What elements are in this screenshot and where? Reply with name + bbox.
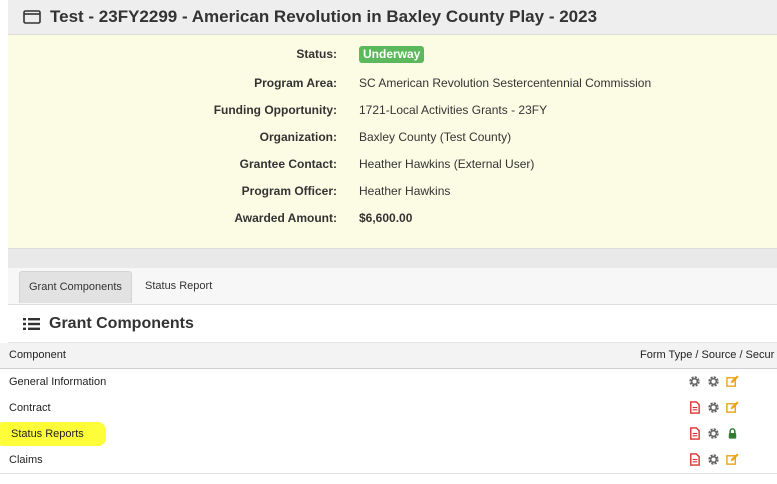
grant-summary-panel: Status: Underway Program Area: SC Americ… — [8, 35, 777, 248]
status-badge: Underway — [359, 46, 425, 63]
pdf-icon[interactable] — [688, 453, 701, 466]
component-link-general-information[interactable]: General Information — [9, 369, 106, 395]
awarded-amount-value: $6,600.00 — [359, 211, 413, 225]
status-row: Status: Underway — [8, 44, 777, 64]
pdf-icon[interactable] — [688, 401, 701, 414]
gear-icon[interactable] — [707, 375, 720, 388]
program-officer-label: Program Officer: — [241, 184, 337, 198]
table-row[interactable]: Status Reports — [0, 421, 777, 448]
program-area-row: Program Area: SC American Revolution Ses… — [8, 73, 777, 93]
table-row[interactable]: Contract — [0, 395, 777, 422]
funding-opportunity-row: Funding Opportunity: 1721-Local Activiti… — [8, 100, 777, 120]
status-value: Underway — [359, 44, 425, 64]
awarded-amount-row: Awarded Amount: $6,600.00 — [8, 208, 777, 228]
page-header: Test - 23FY2299 - American Revolution in… — [8, 0, 777, 35]
awarded-amount-label: Awarded Amount: — [234, 211, 337, 225]
section-divider — [8, 248, 777, 269]
organization-label: Organization: — [259, 130, 337, 144]
edit-icon[interactable] — [726, 375, 739, 388]
organization-value: Baxley County (Test County) — [359, 130, 512, 144]
pdf-icon[interactable] — [688, 427, 701, 440]
program-area-value: SC American Revolution Sestercentennial … — [359, 76, 652, 90]
funding-opportunity-value: 1721-Local Activities Grants - 23FY — [359, 103, 548, 117]
edit-icon[interactable] — [726, 401, 739, 414]
gear-icon[interactable] — [688, 375, 701, 388]
section-header: Grant Components — [8, 305, 777, 343]
lock-icon[interactable] — [726, 427, 739, 440]
page-title: Test - 23FY2299 - American Revolution in… — [50, 7, 598, 26]
gear-icon[interactable] — [707, 453, 720, 466]
component-link-status-reports[interactable]: Status Reports — [11, 421, 84, 447]
gear-icon[interactable] — [707, 401, 720, 414]
grantee-contact-row: Grantee Contact: Heather Hawkins (Extern… — [8, 154, 777, 174]
program-officer-row: Program Officer: Heather Hawkins — [8, 181, 777, 201]
column-header-form-type[interactable]: Form Type / Source / Secur — [640, 343, 774, 368]
tab-status-report[interactable]: Status Report — [136, 271, 221, 302]
table-row[interactable]: Claims — [0, 447, 777, 474]
list-icon — [23, 317, 40, 330]
table-header: Component Form Type / Source / Secur — [0, 343, 777, 369]
component-link-contract[interactable]: Contract — [9, 395, 51, 421]
window-icon — [23, 10, 41, 24]
tab-grant-components[interactable]: Grant Components — [19, 271, 132, 303]
program-area-label: Program Area: — [254, 76, 337, 90]
organization-row: Organization: Baxley County (Test County… — [8, 127, 777, 147]
funding-opportunity-label: Funding Opportunity: — [213, 103, 337, 117]
program-officer-value: Heather Hawkins — [359, 184, 451, 198]
grantee-contact-value: Heather Hawkins (External User) — [359, 157, 535, 171]
grantee-contact-label: Grantee Contact: — [239, 157, 337, 171]
tab-bar: Grant Components Status Report — [8, 268, 777, 305]
column-header-component[interactable]: Component — [9, 343, 66, 368]
component-link-claims[interactable]: Claims — [9, 447, 43, 473]
edit-icon[interactable] — [726, 453, 739, 466]
table-row[interactable]: General Information — [0, 369, 777, 396]
status-label: Status: — [296, 47, 337, 61]
section-title: Grant Components — [49, 314, 194, 332]
gear-icon[interactable] — [707, 427, 720, 440]
